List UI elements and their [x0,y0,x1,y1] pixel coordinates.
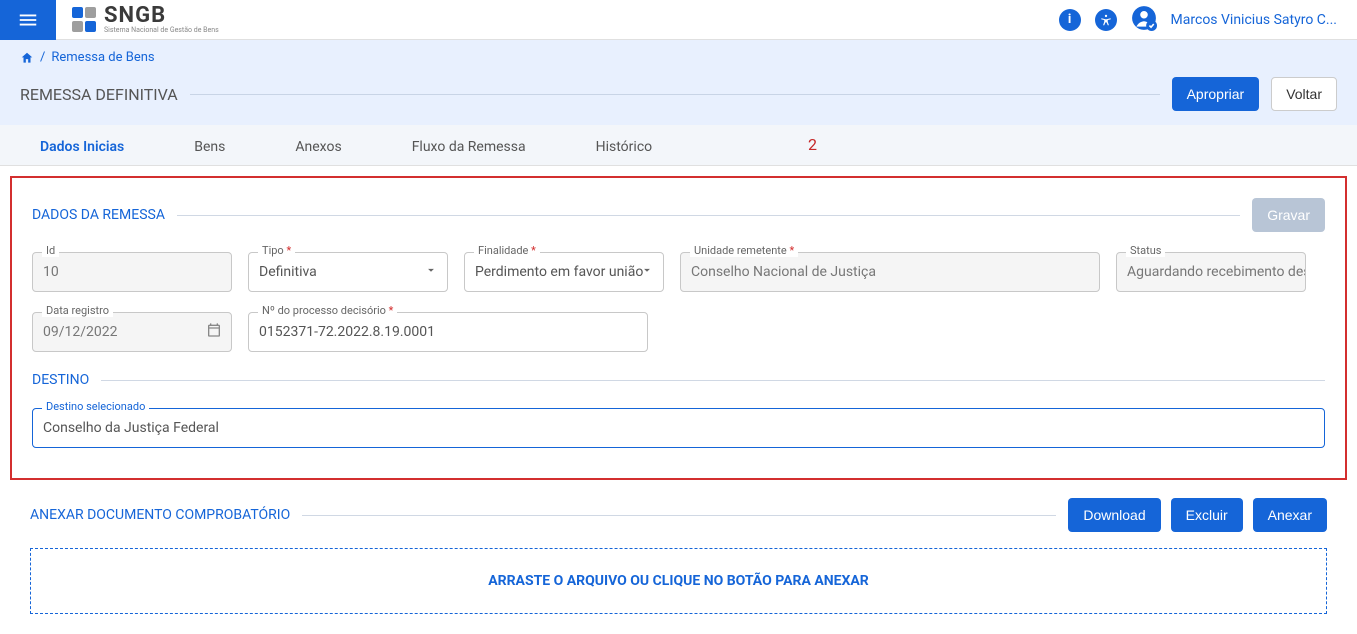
breadcrumb-bar: / Remessa de Bens [0,40,1357,69]
divider [302,515,1056,516]
chevron-down-icon [640,263,654,281]
status-field: Aguardando recebimento destina [1116,252,1306,292]
logo-mark-icon [72,7,98,33]
home-icon [20,51,34,65]
tab-bar: Dados Inicias Bens Anexos Fluxo da Remes… [0,125,1357,166]
voltar-button[interactable]: Voltar [1271,77,1337,111]
divider [101,380,1325,381]
download-button[interactable]: Download [1068,498,1160,532]
breadcrumb: / Remessa de Bens [20,50,1337,65]
user-avatar-icon[interactable] [1131,5,1157,35]
data-registro-label: Data registro [42,304,113,317]
id-field: 10 [32,252,232,292]
chevron-down-icon [424,263,438,281]
breadcrumb-item[interactable]: Remessa de Bens [51,50,154,65]
tipo-label: Tipo * [258,244,295,257]
section-title-dados: DADOS DA REMESSA [32,207,165,223]
processo-label: Nº do processo decisório * [258,304,397,317]
tab-anexos[interactable]: Anexos [295,139,341,155]
tab-bens[interactable]: Bens [194,139,225,155]
finalidade-select[interactable]: Perdimento em favor união [464,252,664,292]
tab-historico[interactable]: Histórico [596,139,653,155]
user-name[interactable]: Marcos Vinicius Satyro C... [1171,12,1337,28]
annotation-marker: 2 [808,135,817,154]
destino-label: Destino selecionado [42,400,149,413]
logo-subtitle: Sistema Nacional de Gestão de Bens [104,27,219,34]
section-title-anexar: ANEXAR DOCUMENTO COMPROBATÓRIO [30,507,290,523]
unidade-label: Unidade remetente * [690,244,798,257]
logo-name: SNGB [104,5,219,27]
breadcrumb-home[interactable] [20,51,34,65]
finalidade-label: Finalidade * [474,244,540,257]
data-registro-field: 09/12/2022 [32,312,232,352]
processo-input[interactable]: 0152371-72.2022.8.19.0001 [248,312,648,352]
gravar-button: Gravar [1252,198,1325,232]
page-title: REMESSA DEFINITIVA [20,85,178,104]
info-icon[interactable]: i [1059,9,1081,31]
title-row: REMESSA DEFINITIVA Apropriar Voltar [0,69,1357,125]
destino-input[interactable]: Conselho da Justiça Federal [32,408,1325,448]
top-bar: SNGB Sistema Nacional de Gestão de Bens … [0,0,1357,40]
excluir-button[interactable]: Excluir [1171,498,1243,532]
status-label: Status [1126,244,1165,257]
apropriar-button[interactable]: Apropriar [1172,77,1260,111]
section-title-destino: DESTINO [32,372,89,388]
accessibility-icon[interactable] [1095,9,1117,31]
tab-fluxo[interactable]: Fluxo da Remessa [412,139,526,155]
menu-toggle-button[interactable] [0,0,56,40]
anexar-button[interactable]: Anexar [1253,498,1327,532]
file-dropzone[interactable]: ARRASTE O ARQUIVO OU CLIQUE NO BOTÃO PAR… [30,548,1327,614]
divider [177,215,1240,216]
unidade-field: Conselho Nacional de Justiça [680,252,1100,292]
calendar-icon [206,322,222,342]
hamburger-icon [17,9,39,31]
breadcrumb-sep: / [40,50,45,65]
highlighted-region: DADOS DA REMESSA Gravar Id 10 Tipo * Def… [10,176,1347,480]
app-logo: SNGB Sistema Nacional de Gestão de Bens [72,5,219,34]
divider [190,94,1160,95]
tab-dados-inicias[interactable]: Dados Inicias [40,139,124,155]
id-label: Id [42,244,59,257]
tipo-select[interactable]: Definitiva [248,252,448,292]
